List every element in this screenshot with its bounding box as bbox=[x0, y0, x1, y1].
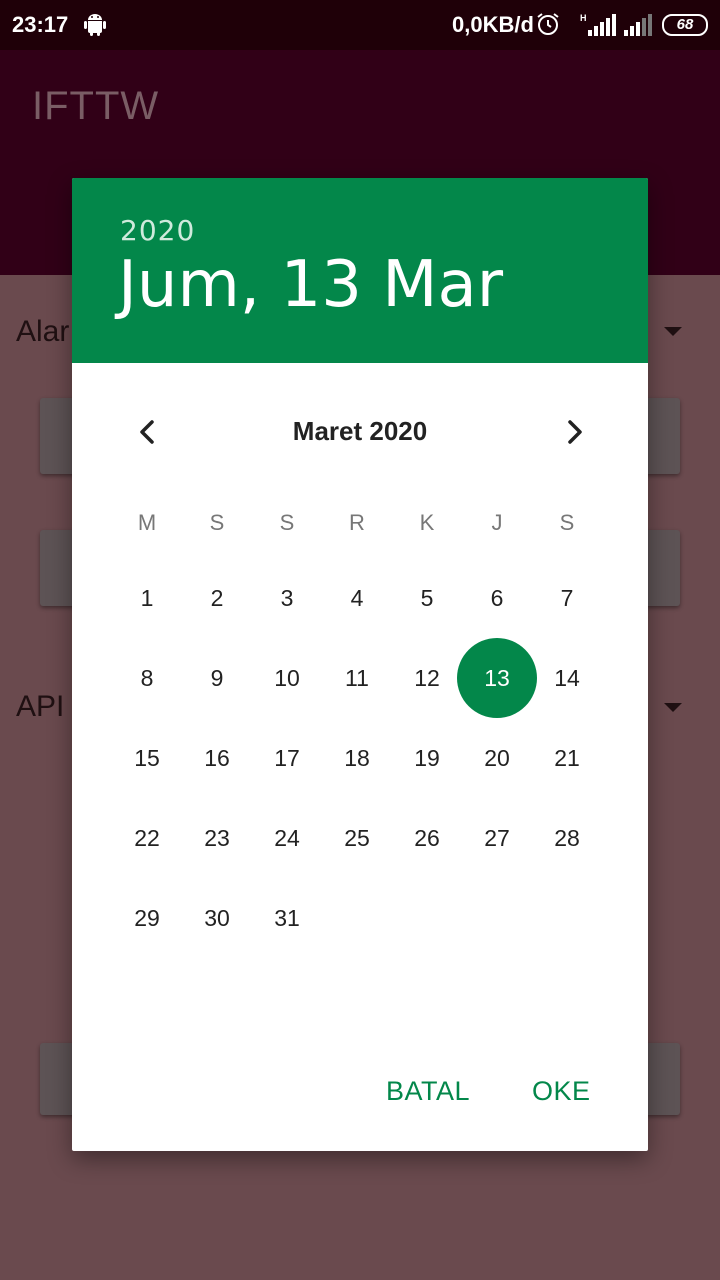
calendar-day-number: 18 bbox=[344, 745, 370, 771]
calendar-day-number: 27 bbox=[484, 825, 510, 851]
network-speed: 0,0KB/d bbox=[452, 12, 534, 37]
ok-button[interactable]: OKE bbox=[532, 1076, 591, 1107]
calendar-day[interactable]: 24 bbox=[252, 798, 322, 878]
calendar-day[interactable]: 1 bbox=[112, 558, 182, 638]
signal-strength-icon-2 bbox=[624, 14, 652, 36]
date-picker-header: 2020 Jum, 13 Mar bbox=[72, 178, 648, 363]
calendar-day-number: 17 bbox=[274, 745, 300, 771]
weekday-label: M bbox=[137, 510, 157, 535]
calendar-day[interactable]: 28 bbox=[532, 798, 602, 878]
calendar-day-number: 28 bbox=[554, 825, 580, 851]
calendar-day-number: 6 bbox=[490, 585, 504, 611]
weekday-label: R bbox=[349, 510, 365, 535]
weekday-label: K bbox=[419, 510, 435, 535]
calendar-day-number: 12 bbox=[414, 665, 440, 691]
calendar-day[interactable]: 23 bbox=[182, 798, 252, 878]
calendar-day[interactable]: 31 bbox=[252, 878, 322, 958]
calendar-day[interactable]: 11 bbox=[322, 638, 392, 718]
calendar-day-number: 10 bbox=[274, 665, 300, 691]
weekday-label: S bbox=[559, 510, 575, 535]
calendar-day[interactable]: 4 bbox=[322, 558, 392, 638]
android-icon bbox=[84, 14, 106, 36]
calendar-day-number: 2 bbox=[210, 585, 224, 611]
calendar-day-number: 9 bbox=[210, 665, 224, 691]
calendar-day[interactable]: 7 bbox=[532, 558, 602, 638]
cancel-button[interactable]: BATAL bbox=[386, 1076, 470, 1107]
calendar-day-selected[interactable]: 13 bbox=[457, 638, 537, 718]
calendar-day-number: 20 bbox=[484, 745, 510, 771]
calendar-day-number: 30 bbox=[204, 905, 230, 931]
calendar-day-number: 21 bbox=[554, 745, 580, 771]
calendar-day-number: 31 bbox=[274, 905, 300, 931]
calendar-day-number: 19 bbox=[414, 745, 440, 771]
calendar-day[interactable]: 2 bbox=[182, 558, 252, 638]
calendar-day[interactable]: 9 bbox=[182, 638, 252, 718]
weekday-label: S bbox=[279, 510, 295, 535]
calendar-day-number: 15 bbox=[134, 745, 160, 771]
calendar-day-number: 1 bbox=[140, 585, 154, 611]
dropdown-arrow-icon bbox=[664, 327, 682, 336]
battery-icon: 68 bbox=[662, 14, 708, 36]
weekday-header: M S S R K J S bbox=[112, 510, 602, 540]
background-label-alarm: Alar bbox=[16, 315, 70, 348]
dropdown-arrow-icon-2 bbox=[664, 703, 682, 712]
calendar-day-number: 24 bbox=[274, 825, 300, 851]
calendar-day-number: 4 bbox=[350, 585, 364, 611]
calendar-day[interactable]: 5 bbox=[392, 558, 462, 638]
calendar-day[interactable]: 14 bbox=[532, 638, 602, 718]
year-label[interactable]: 2020 bbox=[120, 214, 195, 247]
calendar-day-number: 11 bbox=[345, 665, 369, 691]
calendar-day-number: 25 bbox=[344, 825, 370, 851]
calendar-day[interactable]: 16 bbox=[182, 718, 252, 798]
calendar-day[interactable]: 30 bbox=[182, 878, 252, 958]
calendar-day[interactable]: 8 bbox=[112, 638, 182, 718]
calendar-day[interactable]: 17 bbox=[252, 718, 322, 798]
calendar-day-number: 23 bbox=[204, 825, 230, 851]
signal-strength-icon: H bbox=[580, 13, 616, 36]
selected-date-label[interactable]: Jum, 13 Mar bbox=[118, 248, 503, 322]
status-time: 23:17 bbox=[12, 12, 69, 37]
calendar-day[interactable]: 25 bbox=[322, 798, 392, 878]
calendar-day[interactable]: 10 bbox=[252, 638, 322, 718]
app-title: IFTTW bbox=[32, 84, 160, 128]
calendar-day[interactable]: 21 bbox=[532, 718, 602, 798]
calendar-day[interactable]: 22 bbox=[112, 798, 182, 878]
calendar-day[interactable]: 19 bbox=[392, 718, 462, 798]
calendar-day-number: 26 bbox=[414, 825, 440, 851]
weekday-label: S bbox=[209, 510, 225, 535]
calendar-day[interactable]: 20 bbox=[462, 718, 532, 798]
background-label-api: API bbox=[16, 690, 65, 723]
chevron-right-icon[interactable] bbox=[554, 412, 594, 452]
calendar-day-number: 5 bbox=[420, 585, 434, 611]
calendar-day-number: 16 bbox=[204, 745, 230, 771]
calendar-day-number: 13 bbox=[484, 665, 510, 691]
calendar-day-number: 7 bbox=[560, 585, 574, 611]
calendar-day-number: 3 bbox=[280, 585, 294, 611]
alarm-icon bbox=[537, 13, 559, 35]
calendar-day[interactable]: 15 bbox=[112, 718, 182, 798]
status-bar: 23:17 0,0KB/d H 68 bbox=[0, 0, 720, 50]
calendar-day[interactable]: 18 bbox=[322, 718, 392, 798]
weekday-label: J bbox=[491, 510, 503, 535]
calendar-day[interactable]: 12 bbox=[392, 638, 462, 718]
calendar-day-number: 14 bbox=[554, 665, 580, 691]
calendar-day[interactable]: 26 bbox=[392, 798, 462, 878]
battery-level: 68 bbox=[676, 16, 694, 33]
calendar-day[interactable]: 29 bbox=[112, 878, 182, 958]
calendar-day[interactable]: 6 bbox=[462, 558, 532, 638]
calendar-day[interactable]: 27 bbox=[462, 798, 532, 878]
date-picker-dialog: 2020 Jum, 13 Mar Maret 2020 M S S R K J … bbox=[72, 178, 648, 1151]
net-type-label: H bbox=[580, 13, 587, 23]
calendar-day-number: 22 bbox=[134, 825, 160, 851]
calendar-day-number: 29 bbox=[134, 905, 160, 931]
calendar-day[interactable]: 3 bbox=[252, 558, 322, 638]
calendar-day-number: 8 bbox=[140, 665, 154, 691]
